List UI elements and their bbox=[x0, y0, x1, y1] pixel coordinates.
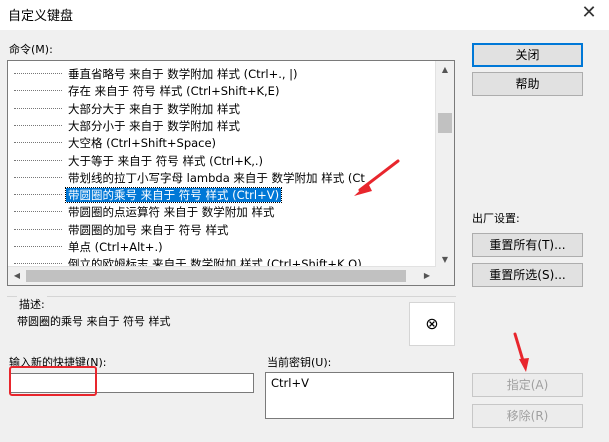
vertical-scroll-thumb[interactable] bbox=[438, 113, 452, 133]
tree-connector bbox=[14, 263, 62, 265]
command-item[interactable]: 大空格 (Ctrl+Shift+Space) bbox=[14, 134, 218, 152]
command-item-label: 带圆圈的加号 来自于 符号 样式 bbox=[68, 222, 229, 237]
assign-button[interactable]: 指定(A) bbox=[472, 373, 583, 397]
scroll-left-arrow-icon[interactable]: ◀ bbox=[8, 267, 26, 285]
command-item[interactable]: 大部分小于 来自于 数学附加 样式 bbox=[14, 117, 242, 135]
command-item-label: 大部分小于 来自于 数学附加 样式 bbox=[68, 118, 240, 133]
command-item-label: 带划线的拉丁小写字母 lambda 来自于 数学附加 样式 (Ct bbox=[68, 170, 365, 185]
scroll-right-arrow-icon[interactable]: ▶ bbox=[418, 267, 436, 285]
highlight-box bbox=[9, 366, 97, 396]
window-title: 自定义键盘 bbox=[8, 9, 74, 24]
close-icon[interactable]: ✕ bbox=[574, 0, 604, 28]
command-item-label: 垂直省略号 来自于 数学附加 样式 (Ctrl+., |) bbox=[68, 67, 298, 81]
arrow-to-assign-icon bbox=[513, 332, 529, 372]
remove-button[interactable]: 移除(R) bbox=[472, 404, 583, 428]
tree-connector bbox=[14, 107, 62, 109]
tree-connector bbox=[14, 142, 62, 144]
horizontal-scrollbar[interactable]: ◀ ▶ bbox=[8, 266, 436, 285]
description-text: 带圆圈的乘号 来自于 符号 样式 bbox=[17, 315, 171, 328]
command-item[interactable]: 带圆圈的点运算符 来自于 数学附加 样式 bbox=[14, 203, 276, 221]
tree-connector bbox=[14, 90, 62, 92]
command-item[interactable]: 带圆圈的加号 来自于 符号 样式 bbox=[14, 221, 230, 239]
tree-connector bbox=[14, 73, 62, 74]
command-item-label: 大空格 (Ctrl+Shift+Space) bbox=[68, 136, 217, 151]
factory-settings-label: 出厂设置: bbox=[472, 212, 520, 225]
scrollbar-corner bbox=[436, 267, 454, 285]
command-item-label: 大于等于 来自于 符号 样式 (Ctrl+K,.) bbox=[68, 153, 264, 168]
description-label: 描述: bbox=[17, 296, 47, 312]
reset-selection-button[interactable]: 重置所选(S)... bbox=[472, 263, 583, 287]
close-button[interactable]: 关闭 bbox=[472, 43, 583, 67]
symbol-preview: ⊗ bbox=[409, 302, 455, 346]
command-item[interactable]: 单点 (Ctrl+Alt+.) bbox=[14, 238, 165, 256]
command-item[interactable]: 存在 来自于 符号 样式 (Ctrl+Shift+K,E) bbox=[14, 82, 281, 100]
tree-connector bbox=[14, 211, 62, 213]
tree-connector bbox=[14, 176, 62, 178]
current-key-item[interactable]: Ctrl+V bbox=[271, 376, 309, 390]
command-item[interactable]: 大于等于 来自于 符号 样式 (Ctrl+K,.) bbox=[14, 152, 265, 170]
command-item-selected[interactable]: 带圆圈的乘号 来自于 符号 样式 (Ctrl+V) bbox=[14, 186, 283, 204]
tree-connector bbox=[14, 159, 62, 161]
command-item[interactable]: 大部分大于 来自于 数学附加 样式 bbox=[14, 100, 242, 118]
command-item-label: 带圆圈的乘号 来自于 符号 样式 (Ctrl+V) bbox=[64, 187, 283, 204]
tree-connector bbox=[14, 228, 62, 230]
help-button[interactable]: 帮助 bbox=[472, 72, 583, 96]
current-keys-list[interactable]: Ctrl+V bbox=[265, 372, 454, 419]
command-item-label: 大部分大于 来自于 数学附加 样式 bbox=[68, 101, 240, 116]
vertical-scrollbar[interactable]: ▲ ▼ bbox=[435, 61, 454, 269]
horizontal-scroll-thumb[interactable] bbox=[26, 270, 406, 282]
tree-connector bbox=[14, 194, 62, 196]
reset-all-button[interactable]: 重置所有(T)... bbox=[472, 233, 583, 257]
tree-connector bbox=[14, 246, 62, 247]
command-item[interactable]: 带划线的拉丁小写字母 lambda 来自于 数学附加 样式 (Ct bbox=[14, 169, 367, 187]
scroll-up-arrow-icon[interactable]: ▲ bbox=[436, 61, 454, 79]
command-item[interactable]: 垂直省略号 来自于 数学附加 样式 (Ctrl+., |) bbox=[14, 65, 300, 83]
commands-listbox[interactable]: 垂直省略号 来自于 数学附加 样式 (Ctrl+., |) 存在 来自于 符号 样… bbox=[7, 60, 455, 286]
title-bar: 自定义键盘 ✕ bbox=[0, 0, 609, 30]
command-item-label: 存在 来自于 符号 样式 (Ctrl+Shift+K,E) bbox=[68, 84, 280, 99]
commands-list: 垂直省略号 来自于 数学附加 样式 (Ctrl+., |) 存在 来自于 符号 样… bbox=[8, 61, 436, 269]
commands-label: 命令(M): bbox=[9, 43, 53, 56]
command-item-label: 带圆圈的点运算符 来自于 数学附加 样式 bbox=[68, 205, 275, 220]
current-keys-label: 当前密钥(U): bbox=[267, 356, 332, 369]
tree-connector bbox=[14, 124, 62, 126]
command-item-label: 单点 (Ctrl+Alt+.) bbox=[68, 240, 163, 254]
